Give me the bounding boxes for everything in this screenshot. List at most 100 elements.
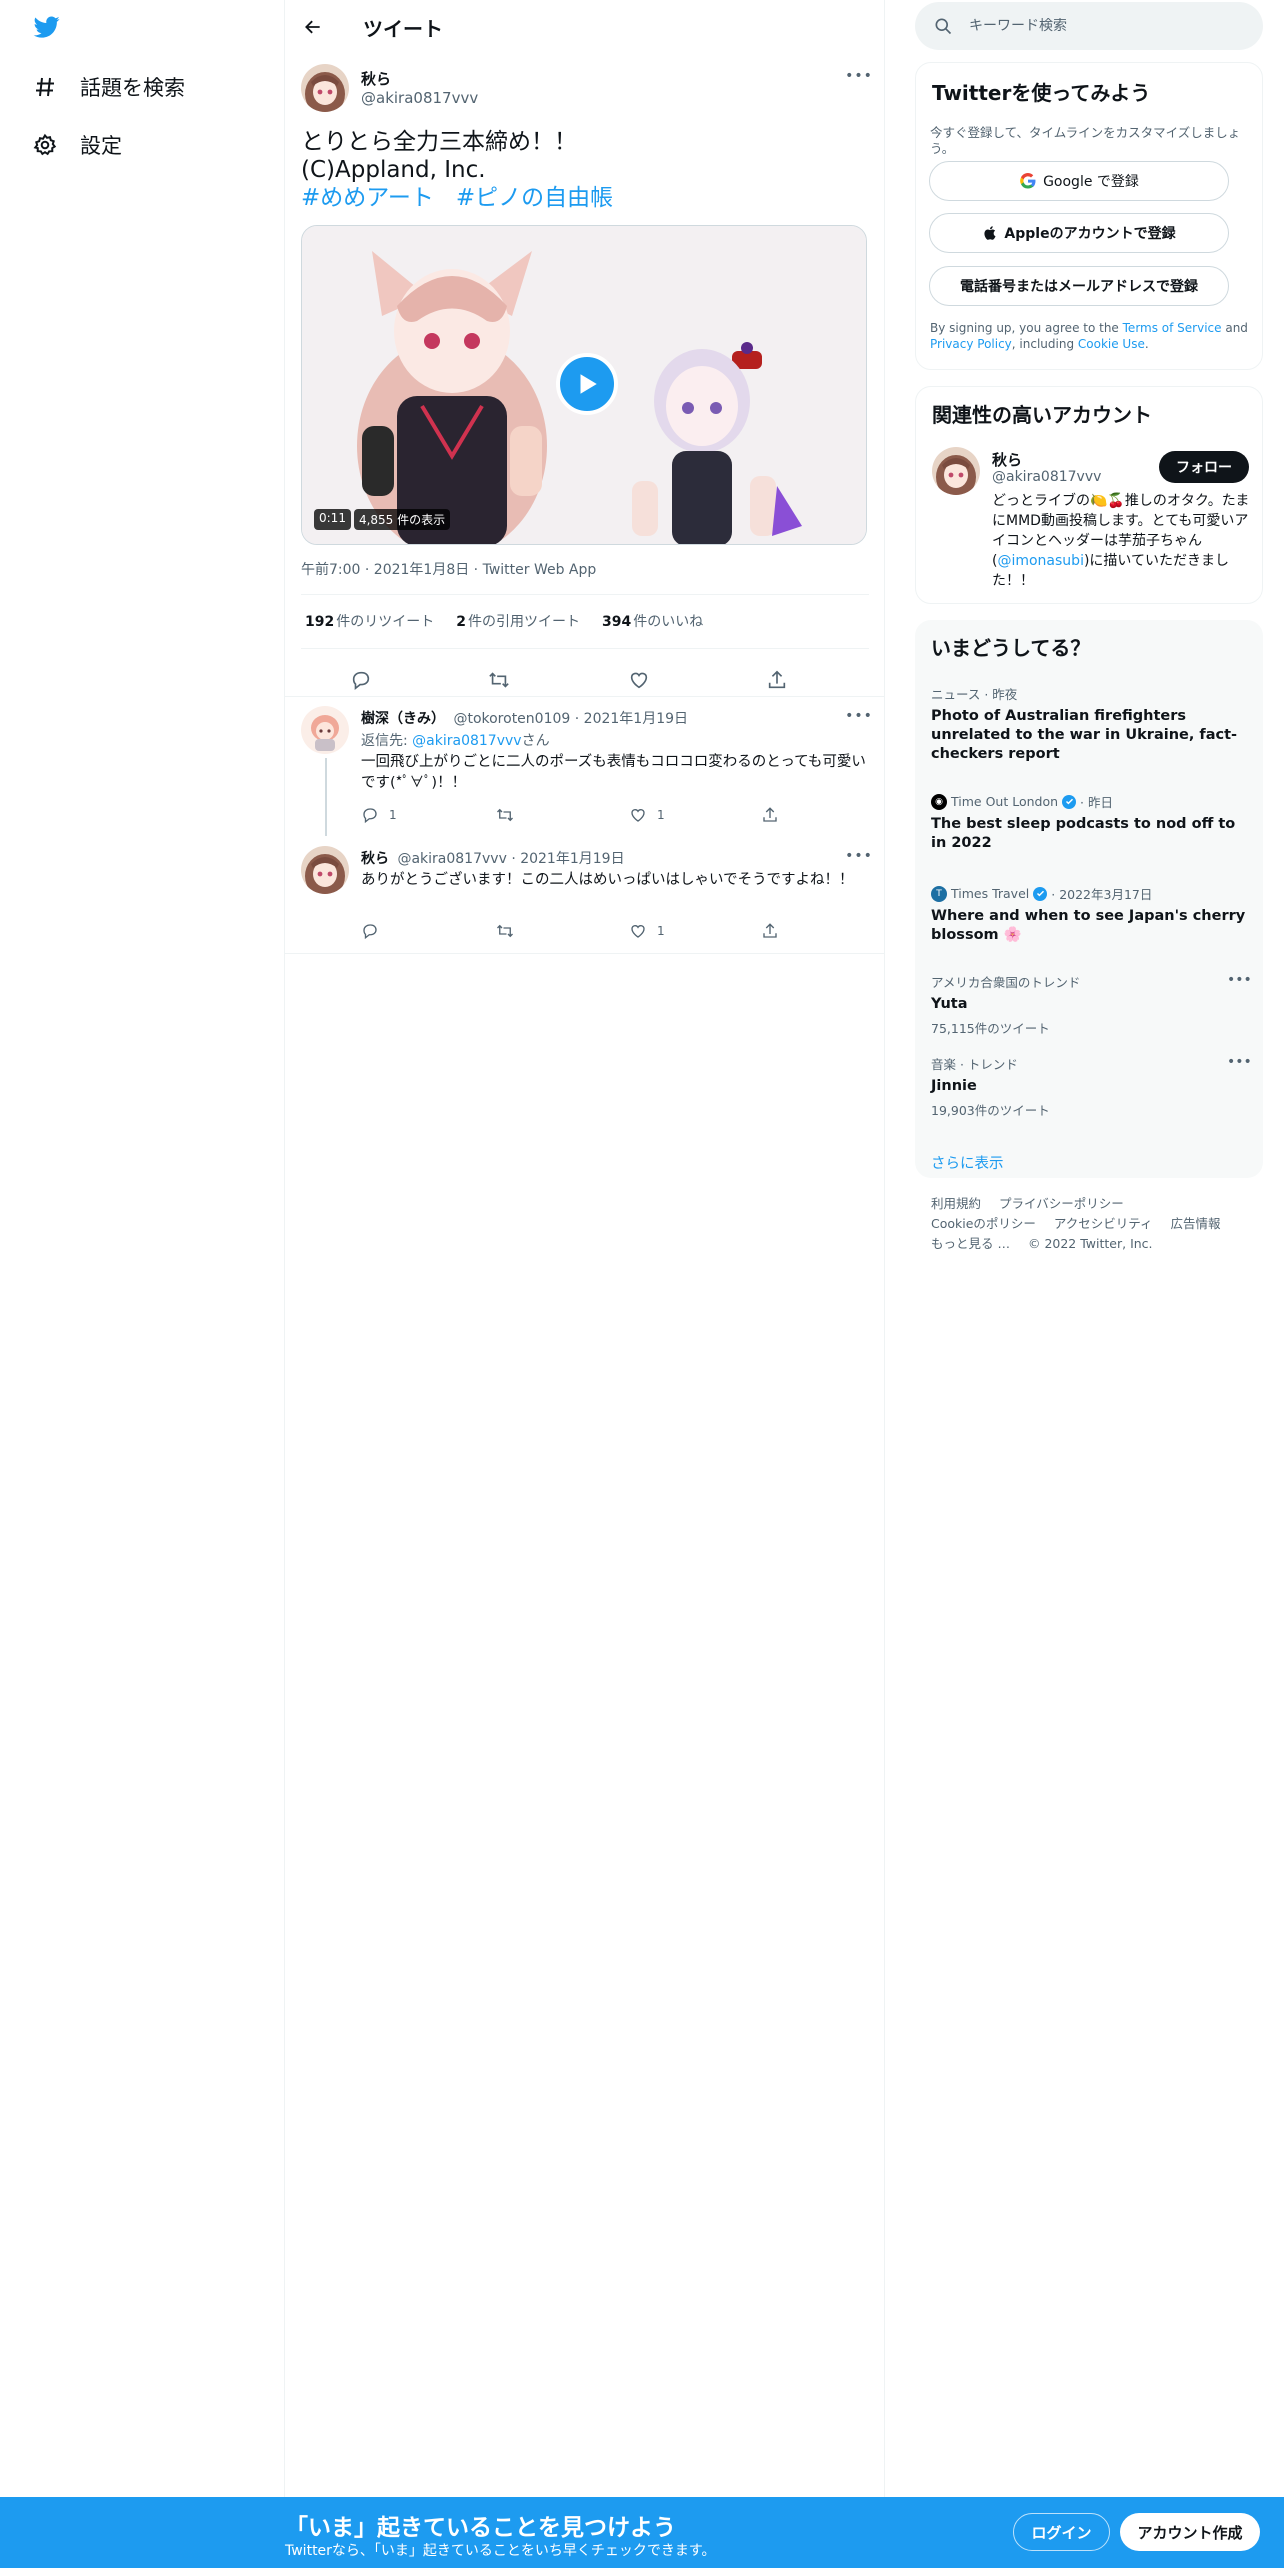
related-name[interactable]: 秋ら bbox=[992, 449, 1022, 470]
trend-item[interactable]: アメリカ合衆国のトレンド Yuta 75,115件のツイート bbox=[931, 972, 1251, 1037]
mention-link[interactable]: @imonasubi bbox=[997, 553, 1084, 569]
more-options-icon[interactable]: ••• bbox=[845, 68, 872, 84]
author-avatar[interactable] bbox=[301, 64, 349, 112]
reply-avatar[interactable] bbox=[301, 706, 349, 754]
apple-signup-button[interactable]: Appleのアカウントで登録 bbox=[929, 213, 1229, 253]
hashtag-link[interactable]: #ピノの自由帳 bbox=[456, 185, 613, 211]
trend-item[interactable]: 音楽 · トレンド Jinnie 19,903件のツイート bbox=[931, 1054, 1251, 1119]
reply-author-name[interactable]: 樹深（きみ） bbox=[361, 711, 445, 727]
twitter-bird-icon[interactable] bbox=[32, 14, 66, 42]
follow-button[interactable]: フォロー bbox=[1159, 451, 1249, 483]
signup-subtitle: 今すぐ登録して、タイムラインをカスタマイズしましょう。 bbox=[930, 125, 1241, 156]
related-handle[interactable]: @akira0817vvv bbox=[992, 469, 1101, 485]
signup-terms: By signing up, you agree to the Terms of… bbox=[930, 321, 1248, 351]
more-options-icon[interactable]: ••• bbox=[845, 708, 872, 724]
author-name[interactable]: 秋ら bbox=[361, 68, 391, 89]
related-bio: どっとライブの🍋🍒推しのオタク。たまにMMD動画投稿します。とても可愛いアイコン… bbox=[992, 493, 1250, 589]
mention-link[interactable]: @akira0817vvv bbox=[412, 733, 521, 749]
trend-count: 19,903件のツイート bbox=[931, 1103, 1050, 1118]
divider bbox=[285, 696, 885, 697]
related-title: 関連性の高いアカウント bbox=[932, 403, 1152, 427]
reply-author-handle[interactable]: @akira0817vvv bbox=[397, 851, 506, 867]
more-options-icon[interactable]: ••• bbox=[1227, 1054, 1252, 1070]
reply-count: 1 bbox=[389, 808, 397, 822]
divider bbox=[301, 594, 869, 595]
reply-icon[interactable] bbox=[343, 662, 379, 698]
more-options-icon[interactable]: ••• bbox=[1227, 972, 1252, 988]
reply-tweet: 樹深（きみ） @tokoroten0109 · 2021年1月19日 ••• 返… bbox=[285, 702, 885, 842]
reply-author-handle[interactable]: @tokoroten0109 bbox=[453, 711, 570, 727]
footer-link[interactable]: プライバシーポリシー bbox=[999, 1196, 1124, 1211]
gear-icon bbox=[32, 132, 58, 158]
retweet-button[interactable] bbox=[496, 806, 514, 824]
terms-link[interactable]: Terms of Service bbox=[1123, 321, 1222, 335]
share-button[interactable] bbox=[761, 922, 779, 940]
bottom-bar-title: 「いま」起きていることを見つけよう bbox=[285, 2515, 676, 2541]
trend-title: Yuta bbox=[931, 996, 968, 1012]
reply-button[interactable] bbox=[361, 922, 379, 940]
hashtag-icon bbox=[32, 74, 58, 100]
search-box[interactable] bbox=[915, 2, 1263, 50]
footer-link[interactable]: 広告情報 bbox=[1171, 1216, 1221, 1231]
login-button[interactable]: ログイン bbox=[1013, 2513, 1110, 2551]
show-more-link[interactable]: さらに表示 bbox=[931, 1152, 1004, 1173]
retweet-icon[interactable] bbox=[481, 662, 517, 698]
footer-link[interactable]: アクセシビリティ bbox=[1054, 1216, 1153, 1231]
phone-email-signup-button[interactable]: 電話番号またはメールアドレスで登録 bbox=[929, 266, 1229, 306]
share-icon[interactable] bbox=[759, 662, 795, 698]
reply-icon bbox=[363, 924, 377, 940]
like-button[interactable]: 1 bbox=[629, 922, 665, 940]
reply-author-name[interactable]: 秋ら bbox=[361, 851, 389, 867]
retweet-icon bbox=[497, 924, 513, 938]
reply-tweet: 秋ら @akira0817vvv · 2021年1月19日 ••• ありがとうご… bbox=[285, 842, 885, 954]
footer-link[interactable]: Cookieのポリシー bbox=[931, 1216, 1036, 1231]
tweet-timestamp[interactable]: 午前7:00 · 2021年1月8日 · Twitter Web App bbox=[301, 559, 596, 579]
nav-settings[interactable]: 設定 bbox=[32, 123, 122, 167]
play-icon bbox=[580, 374, 597, 394]
footer-link[interactable]: 利用規約 bbox=[931, 1196, 981, 1211]
share-button[interactable] bbox=[761, 806, 779, 824]
footer-link[interactable]: もっと見る … bbox=[931, 1236, 1010, 1251]
like-icon[interactable] bbox=[621, 662, 657, 698]
trend-title: Where and when to see Japan's cherry blo… bbox=[931, 908, 1246, 943]
nav-settings-label: 設定 bbox=[80, 134, 122, 158]
more-options-icon[interactable]: ••• bbox=[845, 848, 872, 864]
verified-badge-icon bbox=[1062, 794, 1077, 809]
retweet-button[interactable] bbox=[496, 922, 514, 940]
retweet-stat[interactable]: 192 件のリツイート bbox=[305, 611, 434, 631]
reply-button[interactable]: 1 bbox=[361, 806, 397, 824]
page-title: ツイート bbox=[363, 16, 443, 41]
like-button[interactable]: 1 bbox=[629, 806, 665, 824]
verified-badge-icon bbox=[1033, 886, 1048, 901]
nav-explore[interactable]: 話題を検索 bbox=[32, 65, 185, 109]
trend-item[interactable]: ニュース · 昨夜 Photo of Australian firefighte… bbox=[931, 684, 1251, 764]
privacy-link[interactable]: Privacy Policy bbox=[930, 337, 1012, 351]
create-account-button[interactable]: アカウント作成 bbox=[1120, 2513, 1260, 2551]
author-handle[interactable]: @akira0817vvv bbox=[361, 89, 478, 107]
reply-text: ありがとうございます！この二人はめいっぱいはしゃいでそうですよね！！ bbox=[361, 872, 854, 888]
trends-card: いまどうしてる？ ニュース · 昨夜 Photo of Australian f… bbox=[915, 620, 1263, 1178]
quote-stat[interactable]: 2 件の引用ツイート bbox=[456, 611, 580, 631]
google-signup-button[interactable]: Google で登録 bbox=[929, 161, 1229, 201]
cookie-link[interactable]: Cookie Use bbox=[1078, 337, 1145, 351]
play-button[interactable] bbox=[556, 353, 618, 415]
related-avatar[interactable] bbox=[932, 447, 980, 495]
trend-item[interactable]: ◉ Time Out London · 昨日 The best sleep po… bbox=[931, 792, 1251, 853]
trend-title: Jinnie bbox=[931, 1078, 977, 1094]
reply-date[interactable]: · 2021年1月19日 bbox=[511, 851, 624, 867]
like-stat[interactable]: 394 件のいいね bbox=[602, 611, 703, 631]
reply-avatar[interactable] bbox=[301, 846, 349, 894]
video-player[interactable]: 0:11 4,855 件の表示 bbox=[301, 225, 867, 545]
google-icon bbox=[1019, 172, 1037, 190]
hashtag-link[interactable]: #めめアート bbox=[301, 185, 434, 211]
thread-line bbox=[325, 758, 327, 836]
trend-item[interactable]: T Times Travel · 2022年3月17日 Where and wh… bbox=[931, 884, 1251, 945]
tweet-text-line: (C)Appland, Inc. bbox=[301, 157, 486, 183]
search-input[interactable] bbox=[969, 18, 1229, 34]
trend-title: The best sleep podcasts to nod off to in… bbox=[931, 816, 1236, 851]
copyright: © 2022 Twitter, Inc. bbox=[1027, 1236, 1153, 1251]
reply-date[interactable]: · 2021年1月19日 bbox=[575, 711, 688, 727]
trend-source: Time Out London bbox=[951, 794, 1059, 809]
tweet-stats: 192 件のリツイート 2 件の引用ツイート 394 件のいいね bbox=[305, 611, 703, 631]
back-arrow-icon[interactable] bbox=[295, 9, 331, 45]
